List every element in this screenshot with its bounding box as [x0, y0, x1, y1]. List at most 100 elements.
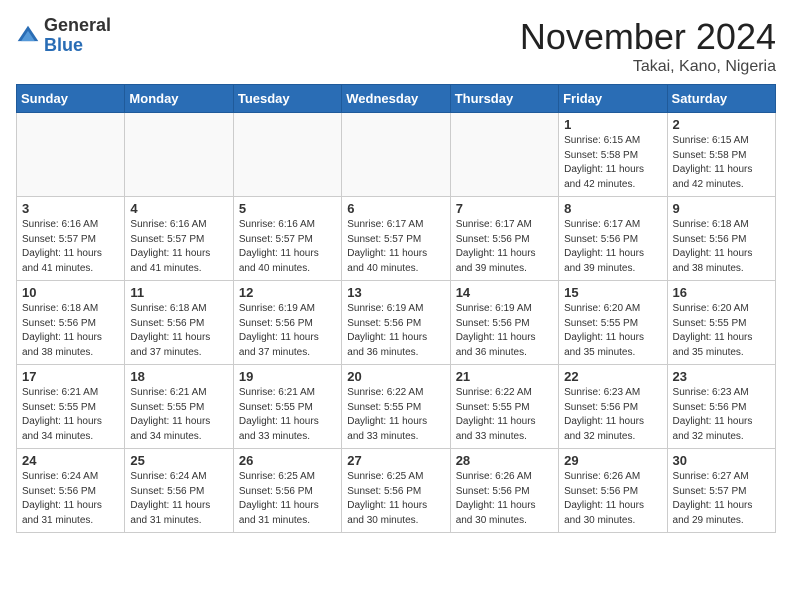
day-number: 18	[130, 369, 227, 384]
day-number: 29	[564, 453, 661, 468]
day-cell: 10 Sunrise: 6:18 AM Sunset: 5:56 PM Dayli…	[17, 281, 125, 365]
week-row-1: 3 Sunrise: 6:16 AM Sunset: 5:57 PM Daylig…	[17, 197, 776, 281]
day-number: 7	[456, 201, 553, 216]
calendar-header: SundayMondayTuesdayWednesdayThursdayFrid…	[17, 85, 776, 113]
day-number: 19	[239, 369, 336, 384]
day-number: 27	[347, 453, 444, 468]
day-cell: 13 Sunrise: 6:19 AM Sunset: 5:56 PM Dayli…	[342, 281, 450, 365]
day-cell: 30Sunrise: 6:27 AM Sunset: 5:57 PM Dayli…	[667, 449, 775, 533]
day-number: 21	[456, 369, 553, 384]
day-cell: 16 Sunrise: 6:20 AM Sunset: 5:55 PM Dayli…	[667, 281, 775, 365]
header-cell-sunday: Sunday	[17, 85, 125, 113]
day-info: Sunrise: 6:19 AM Sunset: 5:56 PM Dayligh…	[347, 302, 444, 360]
header-cell-saturday: Saturday	[667, 85, 775, 113]
day-cell: 6Sunrise: 6:17 AM Sunset: 5:57 PM Daylig…	[342, 197, 450, 281]
day-info: Sunrise: 6:21 AM Sunset: 5:55 PM Dayligh…	[130, 386, 227, 444]
day-number: 5	[239, 201, 336, 216]
day-number: 13	[347, 285, 444, 300]
day-cell: 4Sunrise: 6:16 AM Sunset: 5:57 PM Daylig…	[125, 197, 233, 281]
day-number: 23	[673, 369, 770, 384]
month-title: November 2024	[520, 16, 776, 58]
logo: General Blue	[16, 16, 111, 56]
logo-icon	[16, 24, 40, 48]
day-info: Sunrise: 6:25 AM Sunset: 5:56 PM Dayligh…	[239, 470, 336, 528]
day-cell: 8 Sunrise: 6:17 AM Sunset: 5:56 PM Daylig…	[559, 197, 667, 281]
day-cell	[125, 113, 233, 197]
title-block: November 2024 Takai, Kano, Nigeria	[520, 16, 776, 76]
day-number: 10	[22, 285, 119, 300]
header-cell-friday: Friday	[559, 85, 667, 113]
day-cell: 24 Sunrise: 6:24 AM Sunset: 5:56 PM Dayli…	[17, 449, 125, 533]
day-cell	[17, 113, 125, 197]
day-info: Sunrise: 6:20 AM Sunset: 5:55 PM Dayligh…	[564, 302, 661, 360]
day-info: Sunrise: 6:22 AM Sunset: 5:55 PM Dayligh…	[456, 386, 553, 444]
page-header: General Blue November 2024 Takai, Kano, …	[16, 16, 776, 76]
day-info: Sunrise: 6:18 AM Sunset: 5:56 PM Dayligh…	[673, 218, 770, 276]
day-cell	[450, 113, 558, 197]
day-cell	[233, 113, 341, 197]
day-info: Sunrise: 6:18 AM Sunset: 5:56 PM Dayligh…	[130, 302, 227, 360]
day-cell: 18 Sunrise: 6:21 AM Sunset: 5:55 PM Dayli…	[125, 365, 233, 449]
day-cell: 5Sunrise: 6:16 AM Sunset: 5:57 PM Daylig…	[233, 197, 341, 281]
day-cell: 19 Sunrise: 6:21 AM Sunset: 5:55 PM Dayli…	[233, 365, 341, 449]
day-cell: 28 Sunrise: 6:26 AM Sunset: 5:56 PM Dayli…	[450, 449, 558, 533]
day-info: Sunrise: 6:18 AM Sunset: 5:56 PM Dayligh…	[22, 302, 119, 360]
day-cell: 27 Sunrise: 6:25 AM Sunset: 5:56 PM Dayli…	[342, 449, 450, 533]
day-number: 26	[239, 453, 336, 468]
day-info: Sunrise: 6:24 AM Sunset: 5:56 PM Dayligh…	[22, 470, 119, 528]
day-info: Sunrise: 6:24 AM Sunset: 5:56 PM Dayligh…	[130, 470, 227, 528]
header-cell-thursday: Thursday	[450, 85, 558, 113]
day-cell: 25Sunrise: 6:24 AM Sunset: 5:56 PM Dayli…	[125, 449, 233, 533]
day-number: 30	[673, 453, 770, 468]
day-number: 15	[564, 285, 661, 300]
day-info: Sunrise: 6:15 AM Sunset: 5:58 PM Dayligh…	[673, 134, 770, 192]
day-info: Sunrise: 6:26 AM Sunset: 5:56 PM Dayligh…	[564, 470, 661, 528]
calendar-table: SundayMondayTuesdayWednesdayThursdayFrid…	[16, 84, 776, 533]
header-cell-monday: Monday	[125, 85, 233, 113]
day-info: Sunrise: 6:17 AM Sunset: 5:56 PM Dayligh…	[456, 218, 553, 276]
day-info: Sunrise: 6:21 AM Sunset: 5:55 PM Dayligh…	[22, 386, 119, 444]
day-info: Sunrise: 6:17 AM Sunset: 5:56 PM Dayligh…	[564, 218, 661, 276]
day-info: Sunrise: 6:21 AM Sunset: 5:55 PM Dayligh…	[239, 386, 336, 444]
day-info: Sunrise: 6:15 AM Sunset: 5:58 PM Dayligh…	[564, 134, 661, 192]
day-cell: 12 Sunrise: 6:19 AM Sunset: 5:56 PM Dayli…	[233, 281, 341, 365]
day-cell: 17 Sunrise: 6:21 AM Sunset: 5:55 PM Dayli…	[17, 365, 125, 449]
header-cell-tuesday: Tuesday	[233, 85, 341, 113]
day-number: 20	[347, 369, 444, 384]
header-row: SundayMondayTuesdayWednesdayThursdayFrid…	[17, 85, 776, 113]
day-info: Sunrise: 6:23 AM Sunset: 5:56 PM Dayligh…	[564, 386, 661, 444]
day-info: Sunrise: 6:25 AM Sunset: 5:56 PM Dayligh…	[347, 470, 444, 528]
day-number: 28	[456, 453, 553, 468]
day-cell: 7 Sunrise: 6:17 AM Sunset: 5:56 PM Daylig…	[450, 197, 558, 281]
day-info: Sunrise: 6:20 AM Sunset: 5:55 PM Dayligh…	[673, 302, 770, 360]
day-number: 1	[564, 117, 661, 132]
day-cell: 23 Sunrise: 6:23 AM Sunset: 5:56 PM Dayli…	[667, 365, 775, 449]
header-cell-wednesday: Wednesday	[342, 85, 450, 113]
day-cell	[342, 113, 450, 197]
day-info: Sunrise: 6:17 AM Sunset: 5:57 PM Dayligh…	[347, 218, 444, 276]
day-number: 17	[22, 369, 119, 384]
day-cell: 20 Sunrise: 6:22 AM Sunset: 5:55 PM Dayli…	[342, 365, 450, 449]
day-number: 8	[564, 201, 661, 216]
day-number: 12	[239, 285, 336, 300]
day-info: Sunrise: 6:19 AM Sunset: 5:56 PM Dayligh…	[239, 302, 336, 360]
day-cell: 21 Sunrise: 6:22 AM Sunset: 5:55 PM Dayli…	[450, 365, 558, 449]
day-number: 3	[22, 201, 119, 216]
day-info: Sunrise: 6:26 AM Sunset: 5:56 PM Dayligh…	[456, 470, 553, 528]
day-info: Sunrise: 6:16 AM Sunset: 5:57 PM Dayligh…	[130, 218, 227, 276]
day-info: Sunrise: 6:16 AM Sunset: 5:57 PM Dayligh…	[22, 218, 119, 276]
day-cell: 29 Sunrise: 6:26 AM Sunset: 5:56 PM Dayli…	[559, 449, 667, 533]
day-info: Sunrise: 6:22 AM Sunset: 5:55 PM Dayligh…	[347, 386, 444, 444]
logo-blue-text: Blue	[44, 35, 83, 55]
day-number: 24	[22, 453, 119, 468]
day-number: 16	[673, 285, 770, 300]
location: Takai, Kano, Nigeria	[520, 58, 776, 76]
day-number: 22	[564, 369, 661, 384]
day-number: 2	[673, 117, 770, 132]
logo-general-text: General	[44, 15, 111, 35]
day-cell: 14 Sunrise: 6:19 AM Sunset: 5:56 PM Dayli…	[450, 281, 558, 365]
day-info: Sunrise: 6:23 AM Sunset: 5:56 PM Dayligh…	[673, 386, 770, 444]
day-cell: 15 Sunrise: 6:20 AM Sunset: 5:55 PM Dayli…	[559, 281, 667, 365]
day-info: Sunrise: 6:19 AM Sunset: 5:56 PM Dayligh…	[456, 302, 553, 360]
day-number: 14	[456, 285, 553, 300]
